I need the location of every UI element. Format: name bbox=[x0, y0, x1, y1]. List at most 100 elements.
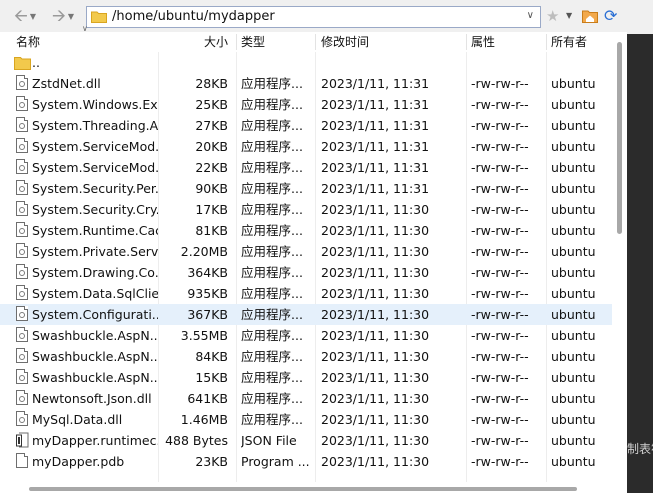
column-type[interactable]: 类型 bbox=[241, 33, 265, 51]
file-owner: ubuntu bbox=[551, 97, 596, 112]
file-type: 应用程序... bbox=[241, 76, 303, 91]
background-window: 制表符 bbox=[627, 0, 653, 493]
column-attributes[interactable]: 属性 bbox=[471, 33, 495, 51]
back-button[interactable]: 🡨 ▼ bbox=[14, 7, 36, 25]
file-name: Swashbuckle.AspN... bbox=[32, 349, 158, 364]
column-divider[interactable] bbox=[236, 34, 237, 50]
chevron-down-icon[interactable]: ∨ bbox=[527, 10, 534, 21]
horizontal-scrollbar[interactable] bbox=[0, 482, 627, 493]
file-owner: ubuntu bbox=[551, 76, 596, 91]
file-modified: 2023/1/11, 11:30 bbox=[321, 286, 430, 301]
file-attributes: -rw-rw-r-- bbox=[471, 139, 529, 154]
file-owner: ubuntu bbox=[551, 244, 596, 259]
file-owner: ubuntu bbox=[551, 286, 596, 301]
file-row[interactable]: System.Threading.A... 27KB 应用程序... 2023/1/1… bbox=[0, 115, 612, 136]
refresh-icon[interactable]: ⟳ bbox=[604, 6, 617, 25]
chevron-down-icon[interactable]: ▼ bbox=[566, 11, 572, 20]
file-type: 应用程序... bbox=[241, 286, 303, 301]
file-modified: 2023/1/11, 11:31 bbox=[321, 181, 430, 196]
file-name: System.Runtime.Cac... bbox=[32, 223, 158, 238]
address-bar[interactable]: /home/ubuntu/mydapper ∨ bbox=[86, 6, 541, 28]
file-row[interactable]: System.Windows.Ex... 25KB 应用程序... 2023/1/11… bbox=[0, 94, 612, 115]
dll-file-icon bbox=[16, 348, 30, 364]
file-name: Swashbuckle.AspN... bbox=[32, 328, 158, 343]
scrollbar-thumb[interactable] bbox=[617, 42, 622, 234]
file-size: 935KB bbox=[187, 286, 228, 301]
file-attributes: -rw-rw-r-- bbox=[471, 265, 529, 280]
file-attributes bbox=[471, 52, 547, 73]
file-modified: 2023/1/11, 11:31 bbox=[321, 160, 430, 175]
file-modified: 2023/1/11, 11:30 bbox=[321, 349, 430, 364]
file-row[interactable]: Swashbuckle.AspN... 84KB 应用程序... 2023/1/11,… bbox=[0, 346, 612, 367]
file-attributes: -rw-rw-r-- bbox=[471, 412, 529, 427]
file-size: 488 Bytes bbox=[165, 433, 228, 448]
file-modified: 2023/1/11, 11:31 bbox=[321, 139, 430, 154]
file-row[interactable]: System.Drawing.Co... 364KB 应用程序... 2023/1/1… bbox=[0, 262, 612, 283]
vertical-scrollbar[interactable] bbox=[613, 34, 627, 483]
file-row[interactable]: System.Data.SqlClie... 935KB 应用程序... 2023/1… bbox=[0, 283, 612, 304]
home-folder-icon[interactable] bbox=[582, 8, 598, 24]
dll-file-icon bbox=[16, 285, 30, 301]
scrollbar-thumb[interactable] bbox=[29, 487, 577, 491]
file-name: System.Security.Cry... bbox=[32, 202, 158, 217]
file-size: 1.46MB bbox=[180, 412, 228, 427]
file-row[interactable]: System.Runtime.Cac... 81KB 应用程序... 2023/1/1… bbox=[0, 220, 612, 241]
file-row[interactable]: System.ServiceMod... 22KB 应用程序... 2023/1/11… bbox=[0, 157, 612, 178]
file-size: 641KB bbox=[187, 391, 228, 406]
file-modified: 2023/1/11, 11:30 bbox=[321, 370, 430, 385]
file-size: 20KB bbox=[195, 139, 228, 154]
json-file-icon bbox=[16, 432, 30, 448]
dll-file-icon bbox=[16, 75, 30, 91]
file-modified: 2023/1/11, 11:30 bbox=[321, 412, 430, 427]
arrow-right-icon: 🡪 bbox=[52, 5, 66, 26]
file-row[interactable]: System.Security.Cry... 17KB 应用程序... 2023/1/… bbox=[0, 199, 612, 220]
file-owner: ubuntu bbox=[551, 202, 596, 217]
file-modified: 2023/1/11, 11:30 bbox=[321, 454, 430, 469]
file-type: 应用程序... bbox=[241, 244, 303, 259]
file-row[interactable]: System.ServiceMod... 20KB 应用程序... 2023/1/11… bbox=[0, 136, 612, 157]
dll-file-icon bbox=[16, 264, 30, 280]
dll-file-icon bbox=[16, 180, 30, 196]
bookmark-star-icon[interactable]: ★ bbox=[546, 7, 559, 25]
file-row[interactable]: System.Security.Per... 90KB 应用程序... 2023/1/… bbox=[0, 178, 612, 199]
column-divider[interactable] bbox=[466, 34, 467, 50]
dll-file-icon bbox=[16, 327, 30, 343]
file-type: Program ... bbox=[241, 454, 310, 469]
file-owner: ubuntu bbox=[551, 412, 596, 427]
file-row[interactable]: myDapper.pdb 23KB Program ... 2023/1/11, 11… bbox=[0, 451, 612, 472]
file-row[interactable]: System.Private.Servi... 2.20MB 应用程序... 2023… bbox=[0, 241, 612, 262]
file-row[interactable]: ZstdNet.dll 28KB 应用程序... 2023/1/11, 11:31 -r… bbox=[0, 73, 612, 94]
file-type: 应用程序... bbox=[241, 97, 303, 112]
file-type: 应用程序... bbox=[241, 139, 303, 154]
file-name: Swashbuckle.AspN... bbox=[32, 370, 158, 385]
file-row[interactable]: System.Configurati... 367KB 应用程序... 2023/1/… bbox=[0, 304, 612, 325]
file-attributes: -rw-rw-r-- bbox=[471, 307, 529, 322]
file-row[interactable]: myDapper.runtimec... 488 Bytes JSON File 20… bbox=[0, 430, 612, 451]
file-row[interactable]: Newtonsoft.Json.dll 641KB 应用程序... 2023/1/11… bbox=[0, 388, 612, 409]
column-modified[interactable]: 修改时间 bbox=[321, 33, 369, 51]
file-owner: ubuntu bbox=[551, 139, 596, 154]
file-attributes: -rw-rw-r-- bbox=[471, 433, 529, 448]
file-name: System.Data.SqlClie... bbox=[32, 286, 158, 301]
file-type: 应用程序... bbox=[241, 307, 303, 322]
file-attributes: -rw-rw-r-- bbox=[471, 181, 529, 196]
column-size[interactable]: 大小 bbox=[204, 33, 228, 51]
column-divider[interactable] bbox=[546, 34, 547, 50]
file-owner: ubuntu bbox=[551, 181, 596, 196]
column-name[interactable]: 名称 bbox=[16, 33, 40, 51]
column-divider[interactable] bbox=[315, 34, 316, 50]
file-size bbox=[160, 52, 228, 73]
file-type: 应用程序... bbox=[241, 265, 303, 280]
file-attributes: -rw-rw-r-- bbox=[471, 244, 529, 259]
file-owner bbox=[551, 52, 611, 73]
dll-file-icon bbox=[16, 243, 30, 259]
chevron-down-icon: ▼ bbox=[67, 11, 74, 21]
forward-button[interactable]: 🡪 ▼ bbox=[52, 7, 74, 25]
file-row[interactable]: MySql.Data.dll 1.46MB 应用程序... 2023/1/11, 11… bbox=[0, 409, 612, 430]
file-owner: ubuntu bbox=[551, 454, 596, 469]
column-owner[interactable]: 所有者 bbox=[551, 33, 587, 51]
parent-directory-row[interactable]: .. bbox=[0, 52, 612, 73]
file-row[interactable]: Swashbuckle.AspN... 3.55MB 应用程序... 2023/1/1… bbox=[0, 325, 612, 346]
file-owner: ubuntu bbox=[551, 118, 596, 133]
file-row[interactable]: Swashbuckle.AspN... 15KB 应用程序... 2023/1/11,… bbox=[0, 367, 612, 388]
